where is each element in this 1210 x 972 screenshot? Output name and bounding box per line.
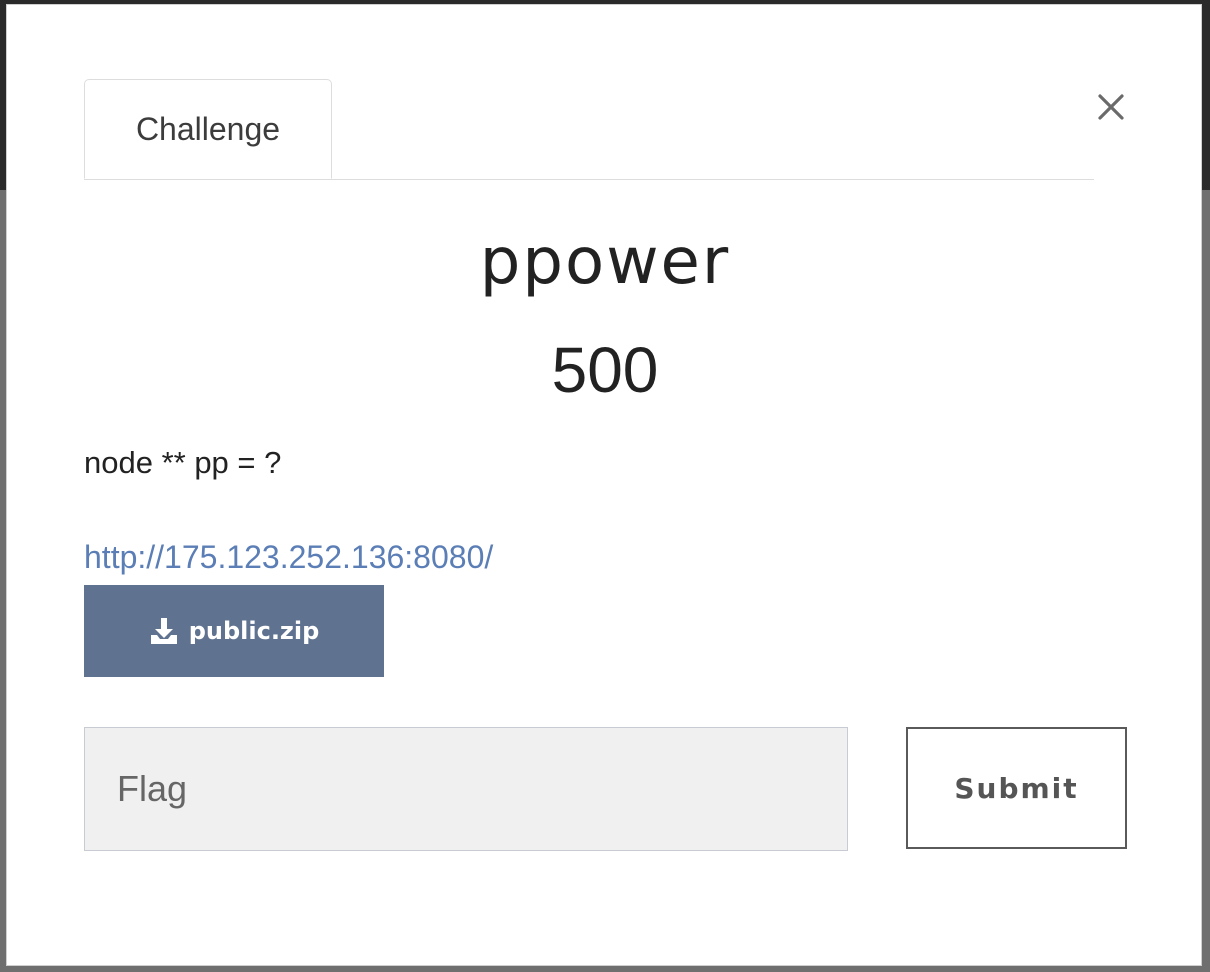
- close-icon: [1098, 94, 1124, 120]
- download-icon: [150, 618, 177, 644]
- challenge-description: node ** pp = ?: [84, 445, 282, 480]
- challenge-modal: Challenge ppower 500 node ** pp = ? http…: [6, 4, 1202, 966]
- challenge-title: ppower: [479, 225, 731, 299]
- download-file-label: public.zip: [188, 617, 320, 645]
- challenge-url-link[interactable]: http://175.123.252.136:8080/: [84, 539, 493, 576]
- flag-input[interactable]: [84, 727, 848, 851]
- tab-challenge[interactable]: Challenge: [84, 79, 332, 179]
- submit-button[interactable]: Submit: [906, 727, 1127, 849]
- close-button[interactable]: [1089, 85, 1133, 129]
- download-file-button[interactable]: public.zip: [84, 585, 384, 677]
- challenge-points: 500: [551, 334, 659, 406]
- modal-tabs: Challenge: [84, 79, 1094, 180]
